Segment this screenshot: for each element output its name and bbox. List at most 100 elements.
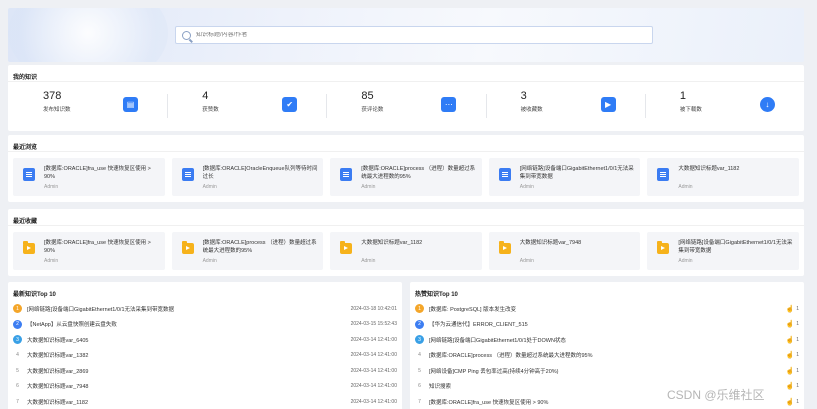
document-icon: ▤ (123, 97, 138, 112)
item-title[interactable]: 【NetApp】从云盘快照创建云盘失败 (27, 320, 339, 328)
card-title[interactable]: [数据库:ORACLE]fra_use 快速恢复区使用 > 90% (44, 165, 161, 181)
card-title[interactable]: 大数据知识标题var_1182 (678, 165, 795, 181)
folder-icon (181, 241, 194, 254)
like-count[interactable]: ☝ 1 (781, 367, 800, 375)
item-title[interactable]: 【华为云通信代】ERROR_CLIENT_515 (429, 320, 781, 328)
rank-number: 7 (418, 398, 421, 405)
stat-value: 3 (520, 90, 527, 102)
recent-view-card[interactable]: [数据库:ORACLE]process （进程）数量超过系统最大进程数的95% … (330, 158, 482, 196)
list-item[interactable]: 3 [网络链路]设备端口GigabitEthernet1/0/1处于DOWN状态… (410, 332, 804, 348)
item-title[interactable]: [网络设备]CMP Ping 丢包率过高(持续4分钟高于20%) (429, 367, 781, 375)
stat-published[interactable]: 378 发布知识数 ▤ (8, 90, 167, 128)
thumbs-up-icon: ☝ (785, 336, 795, 344)
card-title[interactable]: [数据库:ORACLE]fra_use 快速恢复区使用 > 90% (44, 239, 161, 255)
document-icon (181, 168, 194, 181)
rank-number: 5 (16, 367, 19, 374)
item-title[interactable]: [数据库: PostgreSQL] 版本发生改变 (429, 305, 781, 313)
rank-number: 6 (16, 383, 19, 390)
stat-value: 85 (361, 90, 374, 102)
document-icon (657, 168, 670, 181)
item-title[interactable]: [网络链路]设备端口GigabitEthernet1/0/1处于DOWN状态 (429, 336, 781, 344)
recent-view-card[interactable]: 大数据知识标题var_1182 Admin (647, 158, 799, 196)
my-knowledge-title: 我的知识 (8, 65, 804, 82)
item-title[interactable]: 大数据知识标题var_7948 (27, 382, 339, 390)
list-item[interactable]: 1 [数据库: PostgreSQL] 版本发生改变 ☝ 1 (410, 301, 804, 317)
search-box[interactable] (175, 26, 653, 44)
favorite-card[interactable]: 大数据知识标题var_7948 Admin (488, 232, 641, 270)
item-date: 2024-03-14 12:41:00 (350, 336, 397, 343)
favorite-card[interactable]: 大数据知识标题var_1182 Admin (330, 232, 482, 270)
item-title[interactable]: [数据库:ORACLE]process （进程）数量超过系统最大进程数的95% (429, 351, 781, 359)
card-title[interactable]: [数据库:ORACLE]OracleEnqueue队列等待时间过长 (203, 165, 320, 181)
recent-views-panel: 最近浏览 [数据库:ORACLE]fra_use 快速恢复区使用 > 90% A… (8, 135, 804, 202)
card-title[interactable]: [网络链路]设备端口GigabitEthernet1/0/1无法采集到带宽数据 (678, 239, 795, 255)
item-date: 2024-03-14 12:41:00 (350, 383, 397, 390)
thumbs-up-icon: ☝ (785, 383, 795, 391)
item-title[interactable]: 大数据知识标题var_1182 (27, 398, 339, 406)
stat-value: 4 (202, 90, 209, 102)
stat-downloaded[interactable]: 1 被下载数 ↓ (644, 90, 804, 128)
rank-badge: 2 (415, 319, 424, 329)
item-title[interactable]: 大数据知识标题var_2869 (27, 367, 339, 375)
card-author: Admin (44, 258, 59, 264)
like-count[interactable]: ☝ 1 (781, 336, 800, 344)
card-author: Admin (44, 184, 59, 190)
search-input[interactable] (196, 32, 636, 38)
stat-value: 378 (43, 90, 62, 102)
folder-icon: ▶ (600, 97, 616, 112)
card-title[interactable]: 大数据知识标题var_7948 (520, 239, 637, 255)
banner-decoration (8, 8, 168, 62)
list-item[interactable]: 3 大数据知识标题var_6405 2024-03-14 12:41:00 (8, 332, 402, 348)
stat-favorited[interactable]: 3 被收藏数 ▶ (485, 90, 645, 128)
item-date: 2024-03-15 15:52:43 (350, 321, 397, 328)
watermark: CSDN @乐维社区 (667, 388, 765, 402)
favorite-card[interactable]: [网络链路]设备端口GigabitEthernet1/0/1无法采集到带宽数据 … (647, 232, 799, 270)
list-item[interactable]: 5 [网络设备]CMP Ping 丢包率过高(持续4分钟高于20%) ☝ 1 (410, 363, 804, 379)
item-date: 2024-03-14 12:41:00 (350, 367, 397, 374)
item-title[interactable]: 大数据知识标题var_6405 (27, 336, 339, 344)
card-title[interactable]: [网络链路]设备端口GigabitEthernet1/0/1无法采集到带宽数据 (520, 165, 637, 181)
search-icon[interactable] (182, 30, 191, 40)
stat-likes[interactable]: 4 获赞数 ✔ (167, 90, 326, 128)
list-item[interactable]: 2 【华为云通信代】ERROR_CLIENT_515 ☝ 1 (410, 317, 804, 333)
recent-view-card[interactable]: [数据库:ORACLE]fra_use 快速恢复区使用 > 90% Admin (13, 158, 165, 196)
stat-label: 发布知识数 (43, 107, 71, 113)
like-count[interactable]: ☝ 1 (781, 398, 800, 406)
document-icon (23, 168, 35, 181)
card-author: Admin (202, 258, 217, 264)
stat-comments[interactable]: 85 获评论数 ⋯ (326, 90, 485, 128)
rank-number: 5 (418, 367, 421, 374)
card-author: Admin (519, 258, 534, 264)
rank-number: 4 (418, 352, 421, 359)
header-banner (8, 8, 804, 62)
stat-label: 被下载数 (679, 107, 702, 113)
document-icon (340, 168, 353, 181)
list-item[interactable]: 1 [网络链路]设备端口GigabitEthernet1/0/1无法采集到带宽数… (8, 301, 402, 317)
card-author: Admin (202, 184, 217, 190)
list-item[interactable]: 7 大数据知识标题var_1182 2024-03-14 12:41:00 (8, 394, 402, 409)
list-item[interactable]: 4 大数据知识标题var_1382 2024-03-14 12:41:00 (8, 348, 402, 364)
recent-view-card[interactable]: [网络链路]设备端口GigabitEthernet1/0/1无法采集到带宽数据 … (488, 158, 641, 196)
like-count[interactable]: ☝ 1 (781, 382, 800, 391)
rank-number: 6 (418, 383, 421, 390)
recent-favorites-panel: 最近收藏 [数据库:ORACLE]fra_use 快速恢复区使用 > 90% A… (8, 209, 804, 276)
list-item[interactable]: 6 大数据知识标题var_7948 2024-03-14 12:41:00 (8, 379, 402, 395)
list-item[interactable]: 4 [数据库:ORACLE]process （进程）数量超过系统最大进程数的95… (410, 348, 804, 364)
list-item[interactable]: 2 【NetApp】从云盘快照创建云盘失败 2024-03-15 15:52:4… (8, 317, 402, 333)
card-title[interactable]: 大数据知识标题var_1182 (361, 239, 478, 255)
like-count[interactable]: ☝ 1 (781, 351, 800, 359)
recent-view-card[interactable]: [数据库:ORACLE]OracleEnqueue队列等待时间过长 Admin (171, 158, 324, 196)
card-title[interactable]: [数据库:ORACLE]process （进程）数量超过系统最大进程数的95% (203, 239, 320, 255)
favorite-card[interactable]: [数据库:ORACLE]process （进程）数量超过系统最大进程数的95% … (171, 232, 324, 270)
item-title[interactable]: 大数据知识标题var_1382 (27, 351, 339, 359)
stat-value: 1 (679, 90, 686, 102)
latest-top10-panel: 最新知识Top 10 1 [网络链路]设备端口GigabitEthernet1/… (8, 282, 402, 409)
favorite-card[interactable]: [数据库:ORACLE]fra_use 快速恢复区使用 > 90% Admin (13, 232, 165, 270)
item-title[interactable]: [网络链路]设备端口GigabitEthernet1/0/1无法采集到带宽数据 (27, 305, 339, 313)
card-title[interactable]: [数据库:ORACLE]process （进程）数量超过系统最大进程数的95% (361, 165, 478, 181)
like-count[interactable]: ☝ 1 (781, 320, 800, 328)
list-item[interactable]: 5 大数据知识标题var_2869 2024-03-14 12:41:00 (8, 363, 402, 379)
like-count[interactable]: ☝ 1 (781, 305, 800, 313)
folder-icon (498, 241, 511, 254)
rank-number: 4 (16, 352, 19, 359)
